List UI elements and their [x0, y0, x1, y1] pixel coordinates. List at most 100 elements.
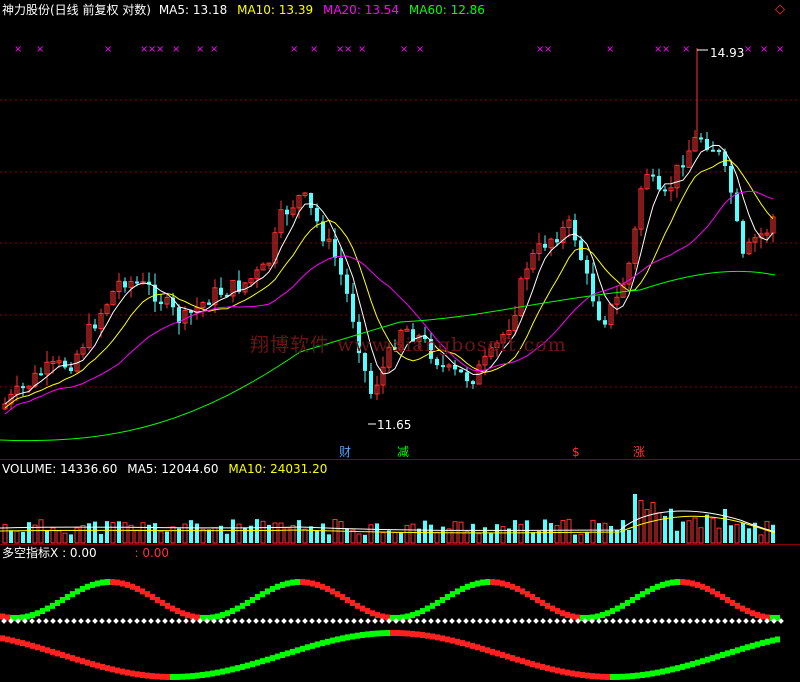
indicator-band-lower — [380, 630, 385, 637]
candle-body — [39, 373, 43, 376]
indicator-band-upper — [665, 580, 670, 587]
event-tag-rise[interactable]: 涨 — [633, 445, 645, 459]
indicator-baseline-dot — [491, 618, 497, 624]
volume-bar — [476, 533, 482, 544]
indicator-band-upper — [320, 583, 325, 590]
indicator-band-upper — [510, 583, 515, 590]
indicator-band-lower — [345, 634, 350, 641]
indicator-band-upper — [550, 605, 555, 612]
indicator-baseline-dot — [288, 618, 294, 624]
indicator-band-upper — [280, 581, 285, 588]
indicator-band-upper — [190, 613, 195, 620]
indicator-baseline-dot — [281, 618, 287, 624]
indicator-band-lower — [185, 673, 190, 680]
indicator-band-lower — [140, 672, 145, 679]
candle-body — [657, 176, 661, 190]
volume-bar — [302, 528, 308, 544]
indicator-band-upper — [535, 597, 540, 603]
volume-bar — [656, 512, 662, 544]
indicator-baseline-dot — [316, 618, 322, 624]
indicator-band-lower — [300, 645, 305, 652]
indicator-baseline-dot — [743, 618, 749, 624]
indicator-band-lower — [195, 672, 200, 679]
indicator-band-lower — [395, 630, 400, 637]
volume-bar — [404, 524, 410, 544]
indicator-band-lower — [520, 658, 525, 665]
indicator-band-upper — [635, 594, 640, 601]
event-tag-finance[interactable]: 财 — [339, 445, 351, 459]
volume-bar — [9, 530, 13, 543]
volume-bar — [297, 520, 301, 543]
low-price-annotation: 11.65 — [377, 418, 412, 432]
volume-bar — [117, 521, 121, 543]
indicator-band-lower — [30, 642, 35, 649]
indicator-baseline-dot — [344, 618, 350, 624]
indicator-baseline-dot — [477, 618, 483, 624]
volume-bar — [627, 529, 631, 543]
indicator-baseline-dot — [624, 618, 630, 624]
indicator-band-upper — [645, 588, 650, 595]
indicator-band-upper — [175, 608, 180, 615]
indicator-band-upper — [750, 610, 755, 617]
volume-bar — [585, 531, 589, 543]
indicator-baseline-dot — [99, 618, 105, 624]
signal-marker: × — [210, 44, 218, 55]
indicator-baseline-dot — [512, 618, 518, 624]
indicator-baseline-dot — [365, 618, 371, 624]
volume-bar — [644, 509, 650, 544]
candle-body — [219, 287, 223, 295]
indicator-band-lower — [240, 663, 245, 670]
event-tag-reduce[interactable]: 减 — [397, 445, 409, 459]
indicator-band-upper — [45, 605, 50, 612]
indicator-baseline-dot — [645, 618, 651, 624]
indicator-baseline-dot — [274, 618, 280, 624]
candle-body — [555, 239, 559, 243]
indicator-band-upper — [95, 580, 100, 587]
indicator-band-lower — [495, 650, 500, 657]
volume-bar — [278, 522, 284, 544]
indicator-band-upper — [640, 591, 645, 598]
candle-body — [717, 149, 721, 152]
indicator-band-lower — [320, 640, 325, 647]
candle-body — [123, 281, 127, 288]
indicator-band-lower — [485, 647, 490, 654]
indicator-band-lower — [440, 635, 445, 642]
indicator-band-upper — [560, 610, 565, 617]
volume-bar — [441, 526, 445, 543]
indicator-band-upper — [675, 579, 680, 586]
indicator-band-upper — [420, 608, 425, 615]
indicator-band-lower — [755, 641, 760, 648]
watermark: 翔博软件 www.xiangbosoft.com — [250, 334, 567, 356]
volume-bar — [434, 531, 440, 544]
volume-bar — [290, 525, 296, 544]
indicator-band-upper — [100, 579, 105, 586]
event-tag-dollar[interactable]: $ — [572, 445, 580, 459]
indicator-band-upper — [75, 588, 80, 595]
indicator-band-lower — [50, 648, 55, 655]
indicator-baseline-dot — [330, 618, 336, 624]
indicator-band-upper — [735, 602, 740, 609]
indicator-band-upper — [350, 599, 355, 606]
indicator-baseline-dot — [729, 618, 735, 624]
indicator-baseline-dot — [176, 618, 182, 624]
indicator-band-lower — [220, 668, 225, 675]
candle-body — [663, 189, 667, 192]
indicator-band-upper — [30, 612, 35, 619]
volume-ma5-value: 12044.60 — [161, 462, 219, 476]
signal-marker: × — [310, 44, 318, 55]
indicator-band-upper — [250, 597, 255, 603]
indicator-baseline-dot — [463, 618, 469, 624]
candle-body — [351, 293, 355, 322]
volume-bar — [446, 528, 452, 544]
volume-bar — [99, 534, 103, 543]
indicator-baseline-dot — [155, 618, 161, 624]
indicator-band-lower — [475, 644, 480, 651]
indicator-band-lower — [685, 662, 690, 669]
indicator-band-lower — [275, 653, 280, 660]
indicator-band-lower — [225, 667, 230, 674]
volume-bar — [609, 525, 613, 543]
indicator-baseline-dot — [309, 618, 315, 624]
indicator-band-upper — [115, 579, 120, 586]
indicator-band-lower — [635, 672, 640, 679]
indicator-band-lower — [290, 648, 295, 655]
